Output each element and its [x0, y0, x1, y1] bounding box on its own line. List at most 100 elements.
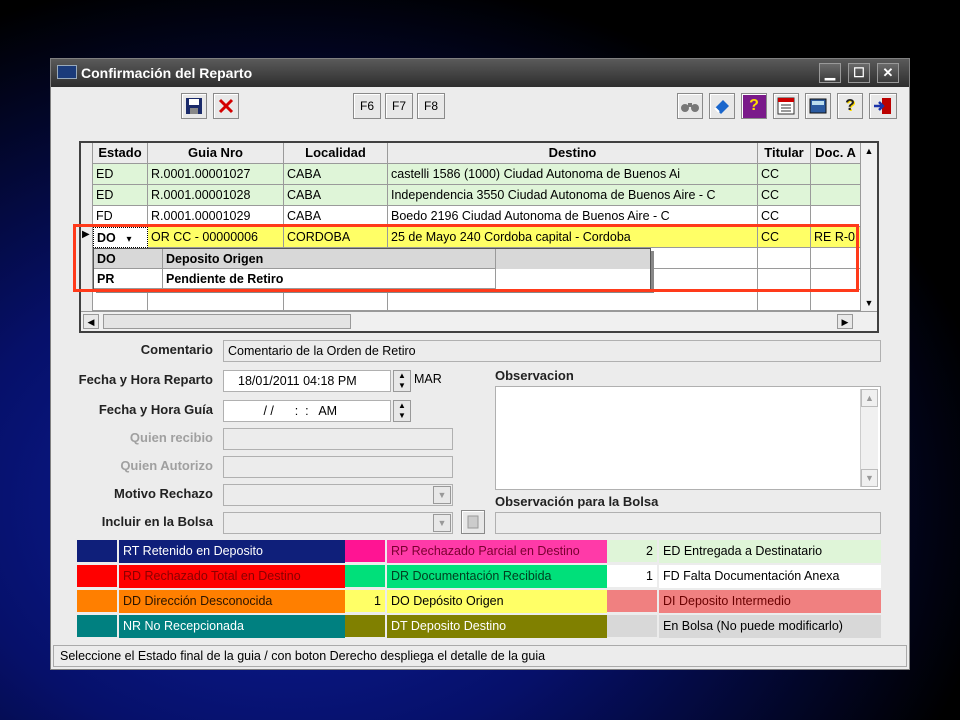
column-header-1: Guia Nro — [148, 143, 284, 164]
grid-cell-r1-c4[interactable]: CC — [758, 185, 811, 206]
column-header-0: Estado — [93, 143, 148, 164]
column-header-5: Doc. A — [811, 143, 861, 164]
quien-recibio-field — [223, 428, 453, 450]
grid-horizontal-scrollbar[interactable]: ◀ ▶ — [81, 311, 877, 331]
title-bar: Confirmación del Reparto ▁ ☐ ✕ — [51, 59, 909, 87]
fecha-guia-field[interactable]: / / : : AM — [223, 400, 391, 422]
legend-swatch — [607, 590, 657, 612]
legend-label: RP Rechazado Parcial en Destino — [387, 540, 607, 563]
legend-label: DT Deposito Destino — [387, 615, 607, 638]
legend-swatch — [77, 565, 117, 587]
calculator-button[interactable] — [805, 93, 831, 119]
legend-swatch: 1 — [607, 565, 657, 587]
legend-label: DO Depósito Origen — [387, 590, 607, 613]
legend-swatch — [345, 540, 385, 562]
grid-cell-r0-c1[interactable]: R.0001.00001027 — [148, 164, 284, 185]
fecha-reparto-spinner[interactable]: ▲ ▼ — [393, 370, 411, 392]
window-title: Confirmación del Reparto — [81, 65, 253, 81]
quien-autorizo-field — [223, 456, 453, 478]
motivo-rechazo-dropdown-icon[interactable]: ▼ — [433, 486, 451, 504]
exit-door-icon — [874, 98, 891, 114]
binoculars-button[interactable] — [677, 93, 703, 119]
observacion-textarea[interactable]: ▲ ▼ — [495, 386, 881, 490]
column-header-4: Titular — [758, 143, 811, 164]
incluir-bolsa-dropdown-icon[interactable]: ▼ — [433, 514, 451, 532]
comentario-label: Comentario — [140, 342, 213, 357]
motivo-rechazo-label: Motivo Rechazo — [114, 486, 213, 501]
legend-swatch — [607, 615, 657, 637]
grid-cell-r1-c2[interactable]: CABA — [284, 185, 388, 206]
help-button[interactable]: ? — [837, 93, 863, 119]
maximize-button[interactable]: ☐ — [848, 63, 870, 83]
grid-cell-r0-c4[interactable]: CC — [758, 164, 811, 185]
legend-label: En Bolsa (No puede modificarlo) — [659, 615, 881, 638]
quien-recibio-label: Quien recibio — [129, 430, 213, 445]
grid-empty-cell[interactable] — [758, 290, 811, 311]
grid-vertical-scrollbar[interactable]: ▲ ▼ — [861, 143, 877, 311]
grid-cell-r0-c0[interactable]: ED — [93, 164, 148, 185]
f6-button[interactable]: F6 — [353, 93, 381, 119]
observacion-label: Observacion — [495, 368, 574, 383]
legend-label: RD Rechazado Total en Destino — [119, 565, 345, 588]
f7-button[interactable]: F7 — [385, 93, 413, 119]
save-icon — [186, 98, 202, 114]
save-button[interactable] — [181, 93, 207, 119]
close-window-button[interactable]: ✕ — [877, 63, 899, 83]
main-window: Confirmación del Reparto ▁ ☐ ✕ F6 F7 F8 … — [50, 58, 910, 670]
eraser-icon — [714, 100, 729, 114]
minimize-button[interactable]: ▁ — [819, 63, 841, 83]
grid-empty-cell[interactable] — [284, 290, 388, 311]
cancel-button[interactable] — [213, 93, 239, 119]
fecha-guia-spinner[interactable]: ▲ ▼ — [393, 400, 411, 422]
grid-cell-r1-c1[interactable]: R.0001.00001028 — [148, 185, 284, 206]
legend-swatch — [345, 615, 385, 637]
grid-cell-r1-c3[interactable]: Independencia 3550 Ciudad Autonoma de Bu… — [388, 185, 758, 206]
grid-cell-r0-c5[interactable] — [811, 164, 861, 185]
observacion-scrollbar[interactable]: ▲ ▼ — [860, 389, 878, 487]
status-bar: Seleccione el Estado final de la guia / … — [53, 645, 907, 667]
column-header-3: Destino — [388, 143, 758, 164]
incluir-bolsa-select[interactable] — [223, 512, 453, 534]
grid-empty-cell[interactable] — [388, 290, 758, 311]
grid-cell-r0-c3[interactable]: castelli 1586 (1000) Ciudad Autonoma de … — [388, 164, 758, 185]
calendar-icon — [777, 97, 795, 115]
binoculars-icon — [681, 103, 699, 112]
calculator-icon — [809, 98, 827, 114]
fecha-reparto-label: Fecha y Hora Reparto — [78, 372, 213, 387]
motivo-rechazo-select[interactable] — [223, 484, 453, 506]
legend-swatch — [345, 565, 385, 587]
grid-cell-r1-c5[interactable] — [811, 185, 861, 206]
grid-cell-r1-c0[interactable]: ED — [93, 185, 148, 206]
exit-button[interactable] — [869, 93, 897, 119]
help-purple-button[interactable]: ? — [741, 93, 767, 119]
comentario-field[interactable]: Comentario de la Orden de Retiro — [223, 340, 881, 362]
incluir-bolsa-label: Incluir en la Bolsa — [101, 514, 213, 529]
grid-empty-cell[interactable] — [93, 290, 148, 311]
calendar-button[interactable] — [773, 93, 799, 119]
app-icon — [57, 65, 77, 79]
column-header-2: Localidad — [284, 143, 388, 164]
legend-label: RT Retenido en Deposito — [119, 540, 345, 563]
bolsa-action-button[interactable] — [461, 510, 485, 534]
legend-label: ED Entregada a Destinatario — [659, 540, 881, 563]
f8-button[interactable]: F8 — [417, 93, 445, 119]
annotation-highlight-box — [73, 224, 859, 292]
legend-swatch — [77, 540, 117, 562]
grid-cell-r0-c2[interactable]: CABA — [284, 164, 388, 185]
question-icon: ? — [845, 97, 855, 114]
legend-label: DD Dirección Desconocida — [119, 590, 345, 613]
eraser-button[interactable] — [709, 93, 735, 119]
legend-label: DI Deposito Intermedio — [659, 590, 881, 613]
red-x-icon — [218, 98, 234, 114]
legend-label: NR No Recepcionada — [119, 615, 345, 638]
fecha-guia-label: Fecha y Hora Guía — [98, 402, 213, 417]
quien-autorizo-label: Quien Autorizo — [120, 458, 213, 473]
legend-label: DR Documentación Recibida — [387, 565, 607, 588]
grid-empty-cell[interactable] — [148, 290, 284, 311]
legend-swatch: 1 — [345, 590, 385, 612]
fecha-reparto-day: MAR — [414, 372, 442, 386]
estado-legend: RT Retenido en Deposito RP Rechazado Parc… — [77, 540, 881, 640]
grid-empty-cell[interactable] — [811, 290, 861, 311]
legend-swatch — [77, 615, 117, 637]
fecha-reparto-field[interactable]: 18/01/2011 04:18 PM — [223, 370, 391, 392]
